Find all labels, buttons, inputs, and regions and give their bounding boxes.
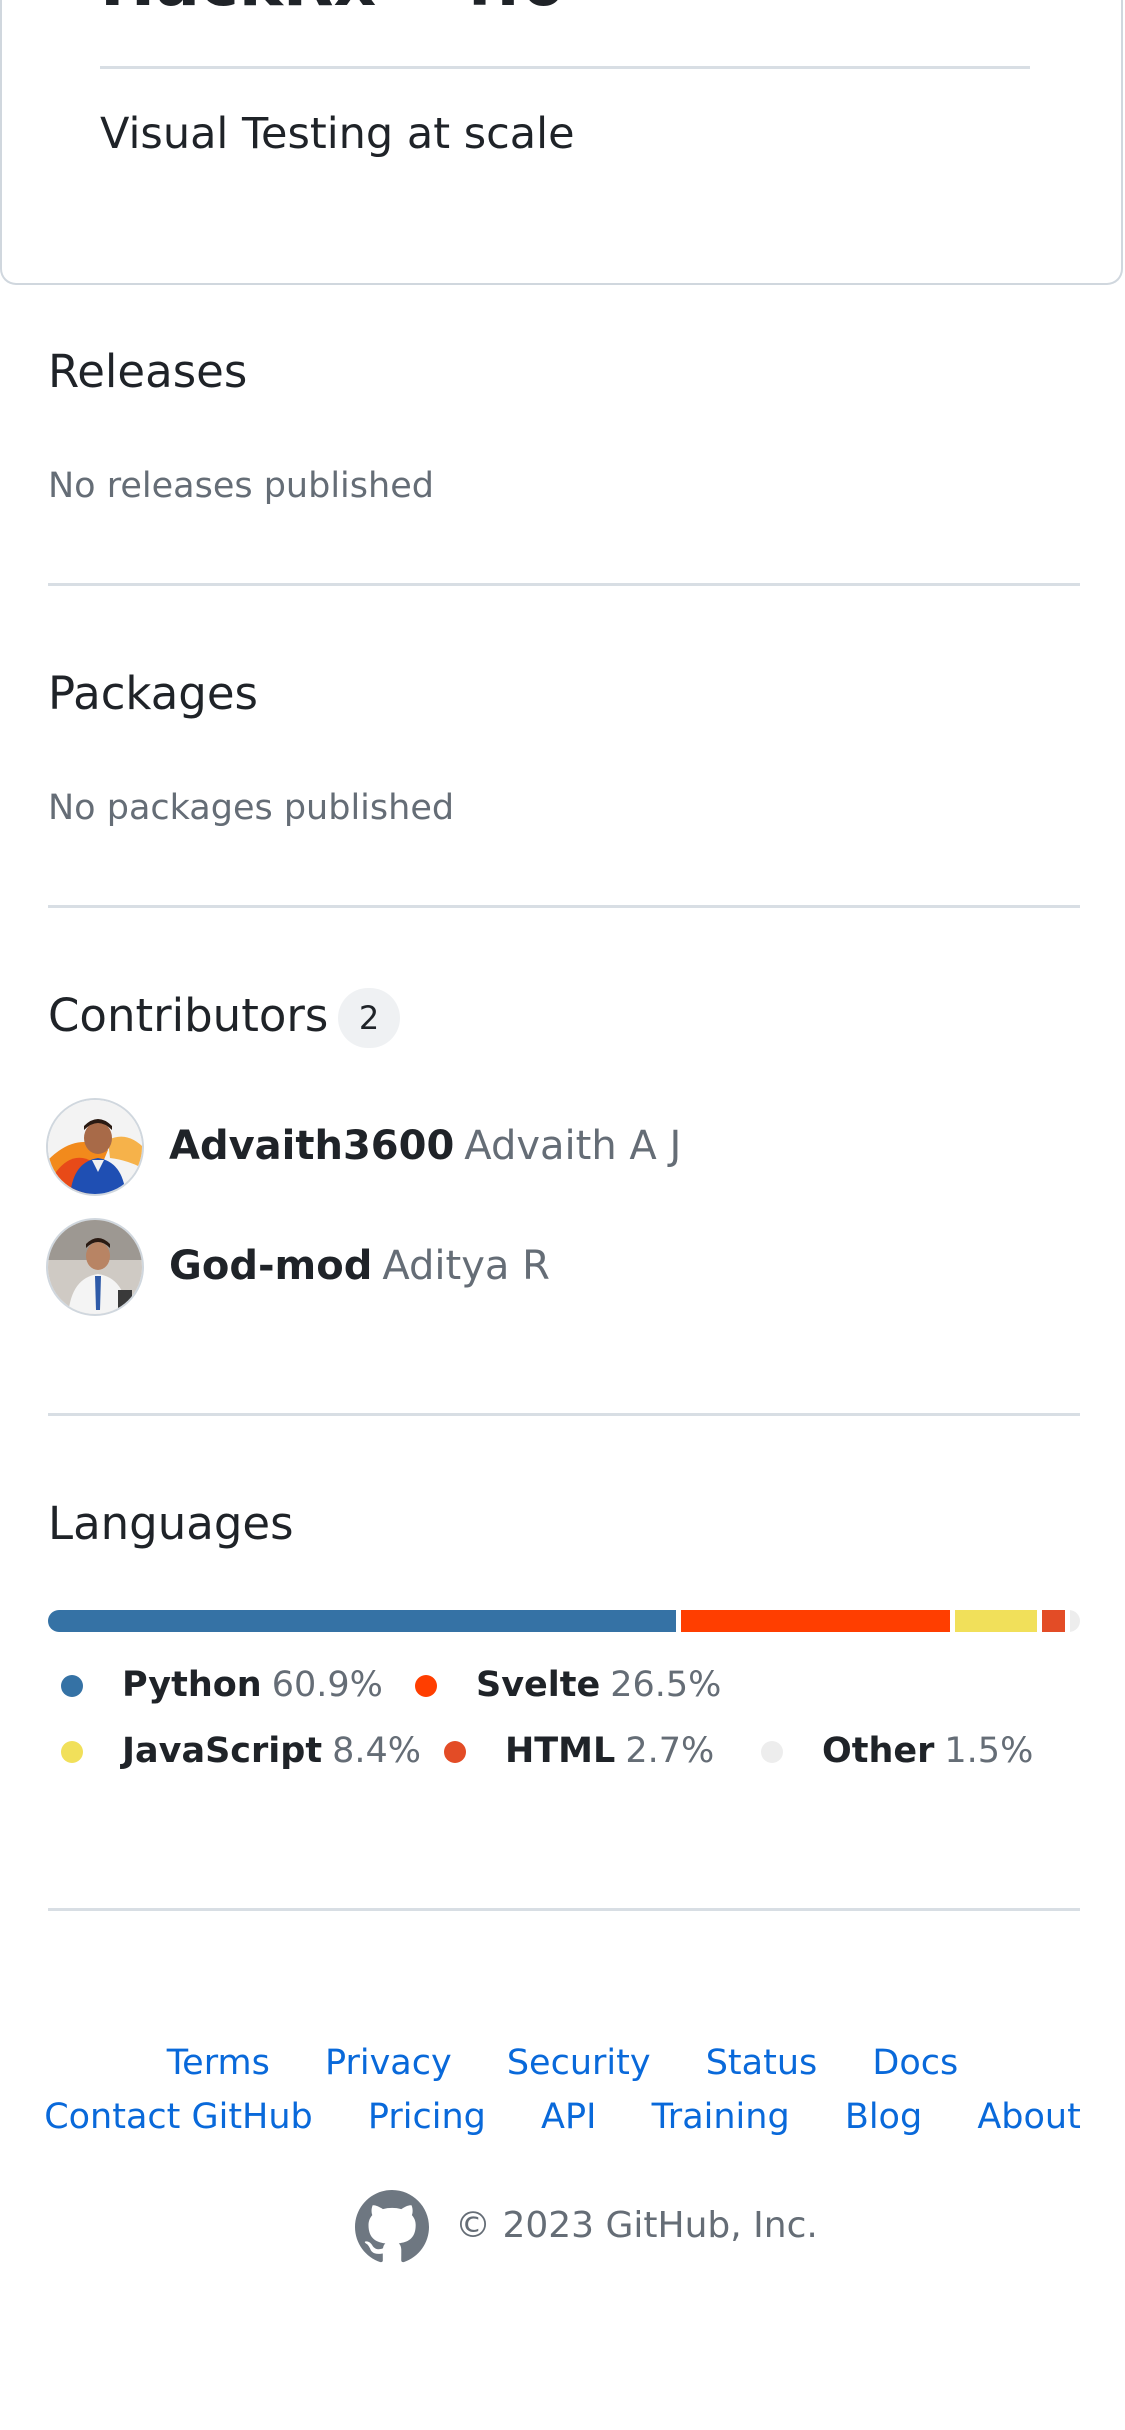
languages-heading: Languages	[48, 1497, 294, 1550]
footer-link-blog[interactable]: Blog	[845, 2097, 922, 2137]
contributor-item[interactable]: Advaith3600 Advaith A J	[46, 1098, 946, 1198]
language-bar-segment-html[interactable]	[1036, 1610, 1065, 1632]
language-color-dot	[761, 1741, 783, 1763]
footer-links-row-1: Terms Privacy Security Status Docs	[0, 2040, 1125, 2086]
contributor-fullname: Advaith A J	[464, 1123, 682, 1169]
language-color-dot	[444, 1741, 466, 1763]
section-divider	[48, 583, 1080, 586]
languages-bar	[48, 1610, 1080, 1632]
language-color-dot	[415, 1675, 437, 1697]
readme-description: Visual Testing at scale	[100, 109, 575, 159]
language-percent: 2.7%	[625, 1731, 715, 1771]
section-divider	[48, 1413, 1080, 1416]
readme-divider	[100, 66, 1030, 69]
footer-link-docs[interactable]: Docs	[872, 2043, 958, 2083]
footer-link-status[interactable]: Status	[706, 2043, 818, 2083]
readme-card: HackRx - 4.0 Visual Testing at scale	[0, 0, 1123, 285]
footer-bottom: © 2023 GitHub, Inc.	[355, 2190, 855, 2265]
packages-empty-text: No packages published	[48, 788, 455, 828]
language-bar-segment-other[interactable]	[1064, 1610, 1080, 1632]
language-name: JavaScript	[122, 1731, 323, 1771]
language-color-dot	[61, 1675, 83, 1697]
language-percent: 60.9%	[271, 1665, 383, 1705]
releases-empty-text: No releases published	[48, 466, 434, 506]
contributor-item[interactable]: God-mod Aditya R	[46, 1218, 946, 1318]
language-name: Other	[822, 1731, 935, 1771]
language-bar-segment-python[interactable]	[48, 1610, 677, 1632]
github-mark-icon[interactable]	[355, 2190, 429, 2268]
contributor-login: God-mod Aditya R	[169, 1240, 550, 1292]
copyright-text: © 2023 GitHub, Inc.	[455, 2205, 818, 2246]
section-divider	[48, 905, 1080, 908]
language-color-dot	[61, 1741, 83, 1763]
language-name: Svelte	[476, 1665, 601, 1705]
footer-link-training[interactable]: Training	[652, 2097, 790, 2137]
contributor-username[interactable]: Advaith3600	[169, 1123, 454, 1169]
contributors-heading[interactable]: Contributors	[48, 988, 328, 1044]
footer-link-contact-github[interactable]: Contact GitHub	[44, 2097, 313, 2137]
contributors-count-badge: 2	[338, 988, 400, 1048]
footer-link-about[interactable]: About	[977, 2097, 1080, 2137]
language-percent: 8.4%	[332, 1731, 421, 1771]
contributor-fullname: Aditya R	[382, 1243, 550, 1289]
language-name: HTML	[505, 1731, 616, 1771]
avatar[interactable]	[46, 1098, 144, 1196]
footer-link-terms[interactable]: Terms	[167, 2043, 270, 2083]
footer-link-api[interactable]: API	[541, 2097, 596, 2137]
footer-link-security[interactable]: Security	[507, 2043, 651, 2083]
section-divider	[48, 1908, 1080, 1911]
language-percent: 1.5%	[944, 1731, 1034, 1771]
footer-links-row-2: Contact GitHub Pricing API Training Blog…	[0, 2094, 1125, 2140]
language-bar-segment-javascript[interactable]	[949, 1610, 1037, 1632]
releases-heading[interactable]: Releases	[48, 344, 247, 400]
footer-link-privacy[interactable]: Privacy	[325, 2043, 452, 2083]
contributor-username[interactable]: God-mod	[169, 1243, 372, 1289]
language-percent: 26.5%	[610, 1665, 722, 1705]
avatar[interactable]	[46, 1218, 144, 1316]
language-name: Python	[122, 1665, 262, 1705]
packages-heading[interactable]: Packages	[48, 666, 258, 722]
readme-title: HackRx - 4.0	[100, 0, 566, 16]
contributor-login: Advaith3600 Advaith A J	[169, 1120, 681, 1172]
footer-link-pricing[interactable]: Pricing	[368, 2097, 486, 2137]
language-bar-segment-svelte[interactable]	[676, 1610, 950, 1632]
